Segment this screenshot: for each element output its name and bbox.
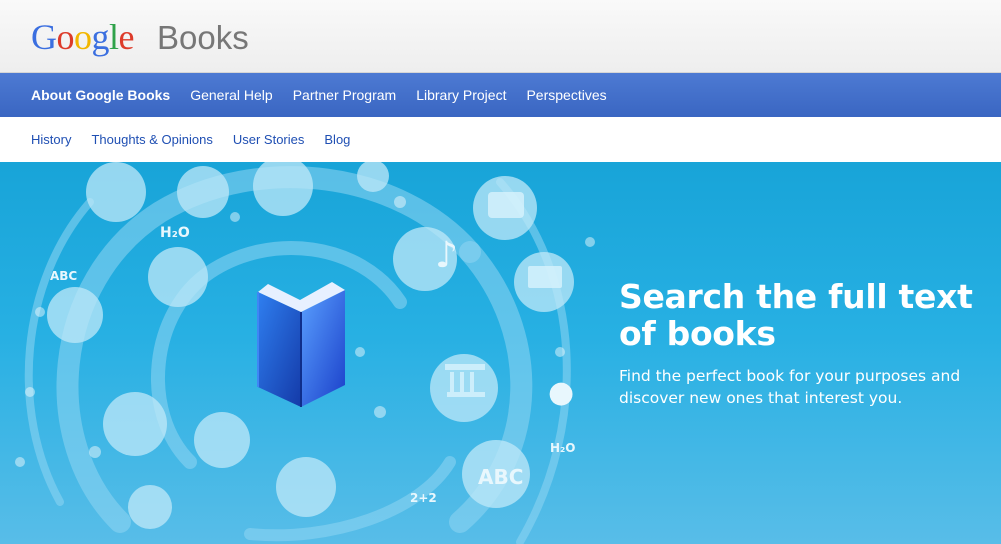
scissors-icon [103, 392, 167, 456]
subnav-user-stories[interactable]: User Stories [233, 132, 305, 147]
molecule-icon [194, 412, 250, 468]
subnav-thoughts-opinions[interactable]: Thoughts & Opinions [91, 132, 212, 147]
nav-partner-program[interactable]: Partner Program [293, 87, 396, 103]
education-icons-illustration: H₂O ABC ABC H₂O 2+2 ♪ ● [15, 162, 595, 544]
subnav-history[interactable]: History [31, 132, 71, 147]
nav-about-google-books[interactable]: About Google Books [31, 87, 170, 103]
svg-text:♪: ♪ [435, 235, 458, 276]
logo-letter: e [118, 17, 135, 57]
hero-banner: H₂O ABC ABC H₂O 2+2 ♪ ● Search the full … [0, 162, 1001, 544]
running-person-icon [47, 287, 103, 343]
site-header: G o o g l e Books [0, 0, 1001, 73]
svg-text:●: ● [548, 375, 574, 410]
logo-letter: o [74, 17, 92, 57]
palette-icon [253, 162, 313, 216]
hero-title: Search the full text of books [619, 277, 973, 353]
secondary-nav: History Thoughts & Opinions User Stories… [0, 117, 1001, 162]
subnav-blog[interactable]: Blog [324, 132, 350, 147]
svg-text:ABC: ABC [478, 465, 523, 489]
hero-subtitle: Find the perfect book for your purposes … [619, 367, 961, 407]
logo-letter: G [31, 17, 57, 57]
logo-letter: l [109, 17, 119, 57]
svg-text:H₂O: H₂O [550, 441, 576, 455]
book-icon [257, 282, 345, 407]
product-name[interactable]: Books [157, 18, 249, 58]
flask-icon [148, 247, 208, 307]
google-logo[interactable]: G o o g l e [31, 17, 135, 57]
svg-text:2+2: 2+2 [410, 491, 437, 505]
logo-letter: g [91, 17, 110, 57]
globe-icon [86, 162, 146, 222]
dna-icon [177, 166, 229, 218]
svg-text:H₂O: H₂O [160, 225, 190, 241]
telescope-icon [276, 457, 336, 517]
nav-library-project[interactable]: Library Project [416, 87, 506, 103]
nav-general-help[interactable]: General Help [190, 87, 273, 103]
nav-perspectives[interactable]: Perspectives [526, 87, 606, 103]
primary-nav: About Google Books General Help Partner … [0, 73, 1001, 117]
svg-text:ABC: ABC [50, 269, 77, 283]
logo-letter: o [56, 17, 75, 57]
graduation-cap-icon [128, 485, 172, 529]
